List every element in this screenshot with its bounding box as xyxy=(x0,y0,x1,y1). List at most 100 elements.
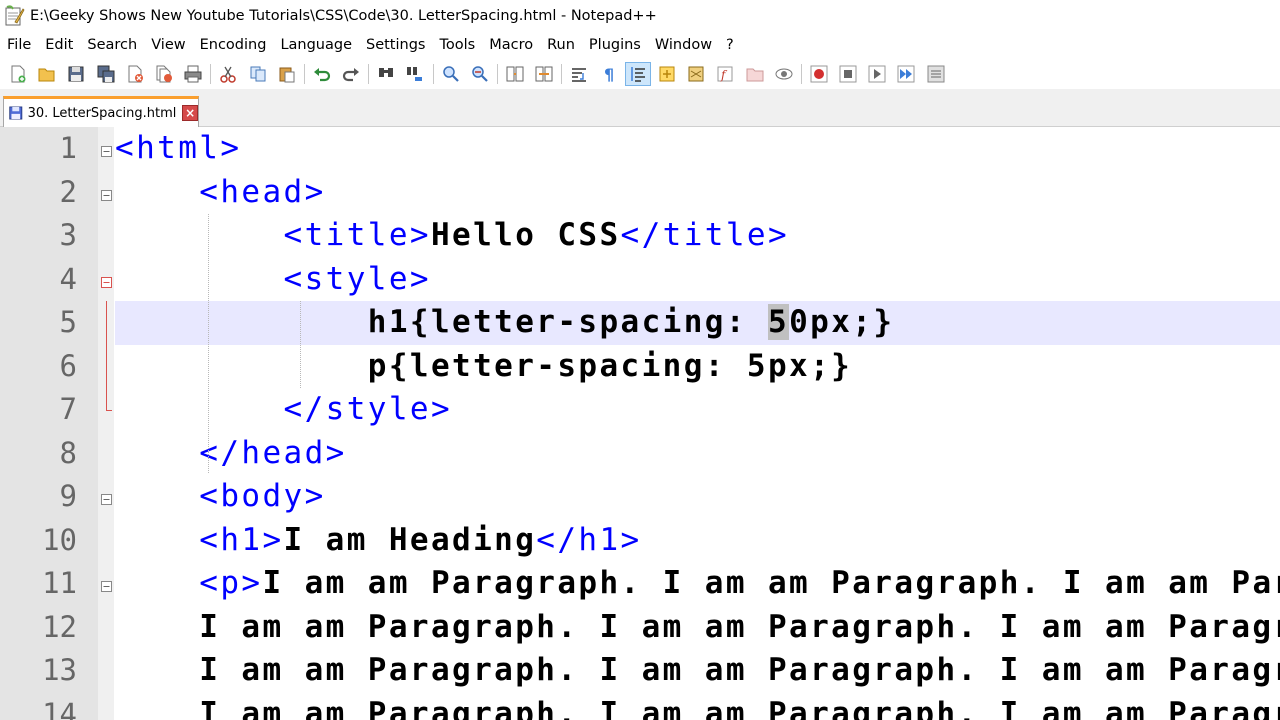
text-token: I am Heading xyxy=(283,521,537,558)
user-lang-icon[interactable] xyxy=(654,62,680,86)
menu-edit[interactable]: Edit xyxy=(38,32,80,59)
doc-map-icon[interactable] xyxy=(683,62,709,86)
html-tag-token: <p> xyxy=(199,565,263,601)
code-line-text[interactable]: <head> xyxy=(115,171,1280,215)
code-line-text[interactable]: I am am Paragraph. I am am Paragraph. I … xyxy=(115,649,1280,693)
editor-line[interactable]: 12 I am am Paragraph. I am am Paragraph.… xyxy=(0,606,1280,650)
monitoring-icon[interactable] xyxy=(771,62,797,86)
menu-macro[interactable]: Macro xyxy=(482,32,540,59)
html-tag-token: <head> xyxy=(199,173,326,210)
close-all-icon[interactable] xyxy=(151,62,177,86)
code-line-text[interactable]: <html> xyxy=(115,127,1280,171)
menu-settings[interactable]: Settings xyxy=(359,32,432,59)
fold-line-marker xyxy=(106,344,107,388)
stop-macro-icon[interactable] xyxy=(835,62,861,86)
menu-window[interactable]: Window xyxy=(648,32,719,59)
sync-vertical-icon[interactable] xyxy=(502,62,528,86)
editor-line[interactable]: 7 </style> xyxy=(0,388,1280,432)
code-line-text[interactable]: p{letter-spacing: 5px;} xyxy=(115,345,1280,389)
menu-language[interactable]: Language xyxy=(273,32,359,59)
folder-workspace-icon[interactable] xyxy=(742,62,768,86)
code-line-text[interactable]: <style> xyxy=(115,258,1280,302)
fold-toggle-icon[interactable] xyxy=(101,273,112,288)
line-number: 11 xyxy=(42,566,77,600)
open-file-icon[interactable] xyxy=(34,62,60,86)
code-line-text[interactable]: </head> xyxy=(115,432,1280,476)
menu-search[interactable]: Search xyxy=(80,32,144,59)
code-line-text[interactable]: h1{letter-spacing: 50px;} xyxy=(115,301,1280,345)
record-macro-icon[interactable] xyxy=(806,62,832,86)
html-tag-token: </title> xyxy=(620,217,790,253)
editor-line[interactable]: 6 p{letter-spacing: 5px;} xyxy=(0,344,1280,389)
run-macro-multiple-icon[interactable] xyxy=(893,62,919,86)
editor[interactable]: 1 <html> 2 <head> 3 <title>Hello CSS</title… xyxy=(0,127,1280,720)
toolbar-separator xyxy=(561,64,563,84)
play-macro-icon[interactable] xyxy=(864,62,890,86)
code-line-text[interactable]: <body> xyxy=(115,475,1280,519)
tab-lettersp-html[interactable]: 30. LetterSpacing.html × xyxy=(3,96,199,127)
redo-icon[interactable] xyxy=(338,62,364,86)
new-file-icon[interactable] xyxy=(5,62,31,86)
code-line-text[interactable]: <h1>I am Heading</h1> xyxy=(115,519,1280,563)
code-line-text[interactable]: <p>I am am Paragraph. I am am Paragraph.… xyxy=(115,562,1280,606)
menu-view[interactable]: View xyxy=(144,32,192,59)
copy-icon[interactable] xyxy=(245,62,271,86)
editor-line[interactable]: 13 I am am Paragraph. I am am Paragraph.… xyxy=(0,649,1280,693)
menu-encoding[interactable]: Encoding xyxy=(193,32,274,59)
text-token: I am am Paragraph. I am am Paragraph. I … xyxy=(115,695,1280,720)
line-number: 3 xyxy=(59,218,77,252)
editor-line[interactable]: 5 h1{letter-spacing: 50px;} xyxy=(0,301,1280,345)
sync-horizontal-icon[interactable] xyxy=(531,62,557,86)
code-line-text[interactable]: I am am Paragraph. I am am Paragraph. I … xyxy=(115,606,1280,650)
svg-text:¶: ¶ xyxy=(604,65,614,83)
find-icon[interactable] xyxy=(373,62,399,86)
menu-tools[interactable]: Tools xyxy=(432,32,482,59)
replace-icon[interactable] xyxy=(402,62,428,86)
menu-plugins[interactable]: Plugins xyxy=(582,32,648,59)
show-all-chars-icon[interactable]: ¶ xyxy=(596,62,622,86)
print-icon[interactable] xyxy=(180,62,206,86)
zoom-out-icon[interactable] xyxy=(467,62,493,86)
menu-file[interactable]: File xyxy=(0,32,38,59)
text-token: p{letter-spacing: 5px;} xyxy=(115,347,853,384)
text-token: Hello CSS xyxy=(430,217,621,253)
editor-line[interactable]: 9 <body> xyxy=(0,475,1280,519)
tab-close-icon[interactable]: × xyxy=(182,105,198,121)
function-list-icon[interactable]: f xyxy=(712,62,738,86)
menu-run[interactable]: Run xyxy=(540,32,582,59)
editor-line[interactable]: 14 I am am Paragraph. I am am Paragraph.… xyxy=(0,693,1280,720)
undo-icon[interactable] xyxy=(309,62,335,86)
editor-line[interactable]: 10 <h1>I am Heading</h1> xyxy=(0,519,1280,563)
save-all-icon[interactable] xyxy=(93,62,119,86)
indent-guide-icon[interactable] xyxy=(624,62,651,86)
editor-line[interactable]: 3 <title>Hello CSS</title> xyxy=(0,214,1280,258)
indent-guide xyxy=(300,301,301,388)
code-line-text[interactable]: <title>Hello CSS</title> xyxy=(115,214,1280,258)
code-line-text[interactable]: </style> xyxy=(115,388,1280,432)
zoom-in-icon[interactable] xyxy=(438,62,464,86)
editor-line[interactable]: 11 <p>I am am Paragraph. I am am Paragra… xyxy=(0,562,1280,606)
menu-help[interactable]: ? xyxy=(719,32,741,59)
editor-line[interactable]: 2 <head> xyxy=(0,171,1280,215)
paste-icon[interactable] xyxy=(274,62,300,86)
toolbar-separator xyxy=(303,64,305,84)
code-line-text[interactable]: I am am Paragraph. I am am Paragraph. I … xyxy=(115,693,1280,720)
save-macro-icon[interactable] xyxy=(923,62,949,86)
editor-line[interactable]: 4 <style> xyxy=(0,258,1280,302)
fold-toggle-icon[interactable] xyxy=(101,490,112,505)
close-icon[interactable] xyxy=(122,62,148,86)
line-number: 12 xyxy=(42,609,77,644)
editor-line[interactable]: 8 </head> xyxy=(0,432,1280,476)
indent-guide xyxy=(208,214,209,473)
save-icon[interactable] xyxy=(63,62,89,86)
line-number: 7 xyxy=(59,392,77,426)
word-wrap-icon[interactable] xyxy=(566,62,592,86)
fold-toggle-icon[interactable] xyxy=(101,577,112,592)
fold-toggle-icon[interactable] xyxy=(101,186,112,201)
cut-icon[interactable] xyxy=(215,62,241,86)
text-token: I am am Paragraph. I am am Paragraph. I … xyxy=(262,565,1280,601)
fold-toggle-icon[interactable] xyxy=(101,142,112,157)
editor-line[interactable]: 1 <html> xyxy=(0,127,1280,171)
